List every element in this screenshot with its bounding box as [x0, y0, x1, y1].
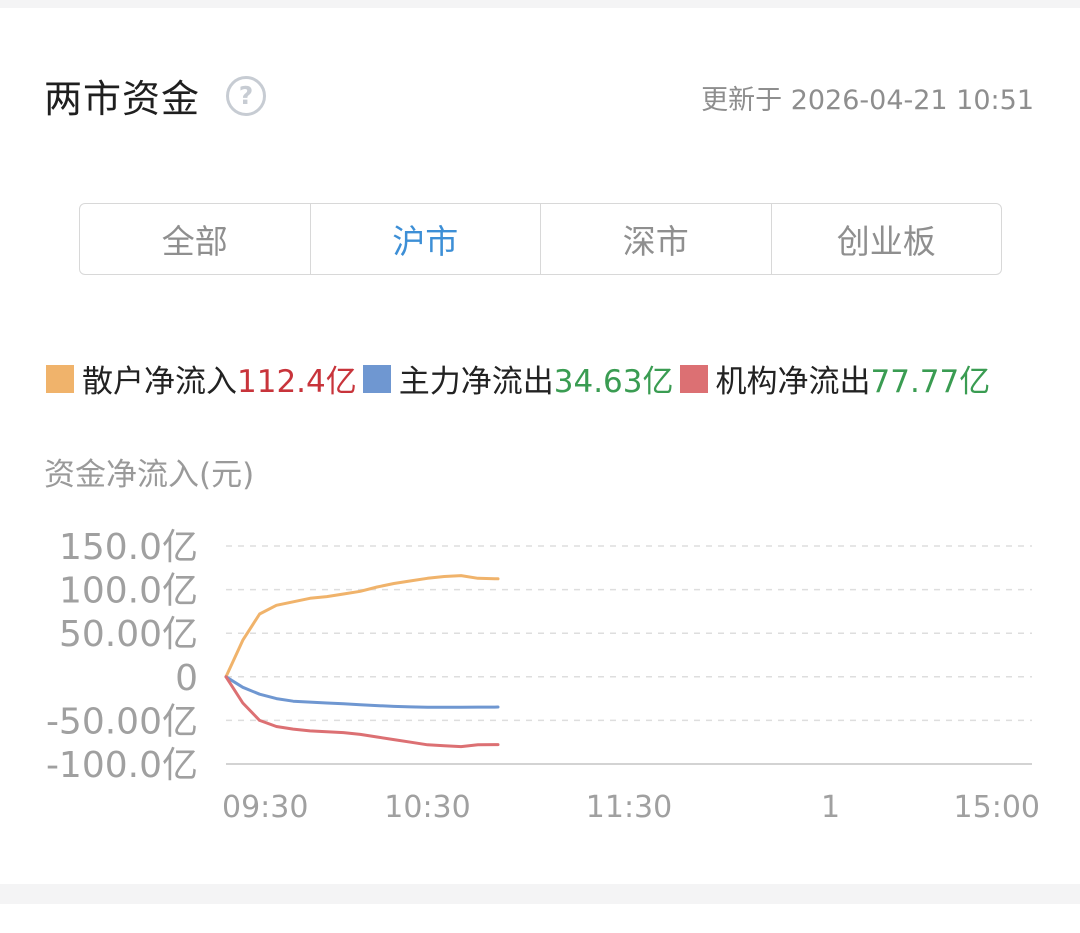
- legend-swatch-main: [362, 364, 391, 393]
- y-tick-label: -50.00亿: [46, 701, 198, 742]
- y-tick-label: 150.0亿: [59, 527, 198, 568]
- x-tick-label: 1: [821, 790, 840, 825]
- x-tick-label: 11:30: [586, 790, 672, 825]
- y-tick-label: 50.00亿: [59, 614, 198, 655]
- x-tick-label: 15:00: [954, 790, 1040, 825]
- tab-chinext[interactable]: 创业板: [772, 204, 1002, 274]
- legend-value-main: 34.63亿: [553, 364, 674, 400]
- legend-label-retail: 散户净流入: [82, 364, 237, 400]
- series-line-2: [224, 675, 500, 749]
- bottom-divider: [0, 884, 1080, 904]
- legend-item-main: 主力净流出 34.63亿: [362, 356, 674, 401]
- y-tick-label: 100.0亿: [59, 571, 198, 612]
- series-line-0: [224, 574, 500, 679]
- y-tick-label: 0: [175, 658, 198, 699]
- top-divider: [0, 0, 1080, 8]
- tab-shanghai[interactable]: 沪市: [311, 204, 541, 274]
- legend-swatch-institution: [679, 364, 708, 393]
- x-tick-label: 09:30: [222, 790, 308, 825]
- capital-flow-chart: 150.0亿100.0亿50.00亿0-50.00亿-100.0亿 09:30 10…: [46, 527, 1040, 825]
- series-line-1: [224, 675, 500, 709]
- tab-shenzhen[interactable]: 深市: [541, 204, 772, 274]
- chart-legend: 散户净流入 112.4亿 主力净流出 34.63亿 机构净流出 77.77亿: [46, 356, 996, 401]
- question-circle-icon[interactable]: ?: [226, 76, 266, 116]
- legend-label-institution: 机构净流出: [715, 364, 871, 400]
- legend-label-main: 主力净流出: [398, 364, 554, 400]
- x-tick-label: 10:30: [384, 790, 470, 825]
- legend-item-retail: 散户净流入 112.4亿: [46, 356, 357, 401]
- legend-item-institution: 机构净流出 77.77亿: [679, 356, 991, 401]
- next-card-edge: [0, 904, 1080, 933]
- update-timestamp: 更新于 2026-04-21 10:51: [701, 85, 1034, 116]
- legend-swatch-retail: [46, 364, 74, 393]
- legend-value-institution: 77.77亿: [870, 364, 991, 400]
- y-tick-label: -100.0亿: [46, 745, 198, 786]
- page-title: 两市资金: [44, 77, 201, 121]
- legend-value-retail: 112.4亿: [237, 364, 357, 400]
- tab-all[interactable]: 全部: [80, 204, 311, 274]
- market-tabs: 全部 沪市 深市 创业板: [79, 203, 1002, 275]
- y-axis-title: 资金净流入(元): [44, 457, 255, 493]
